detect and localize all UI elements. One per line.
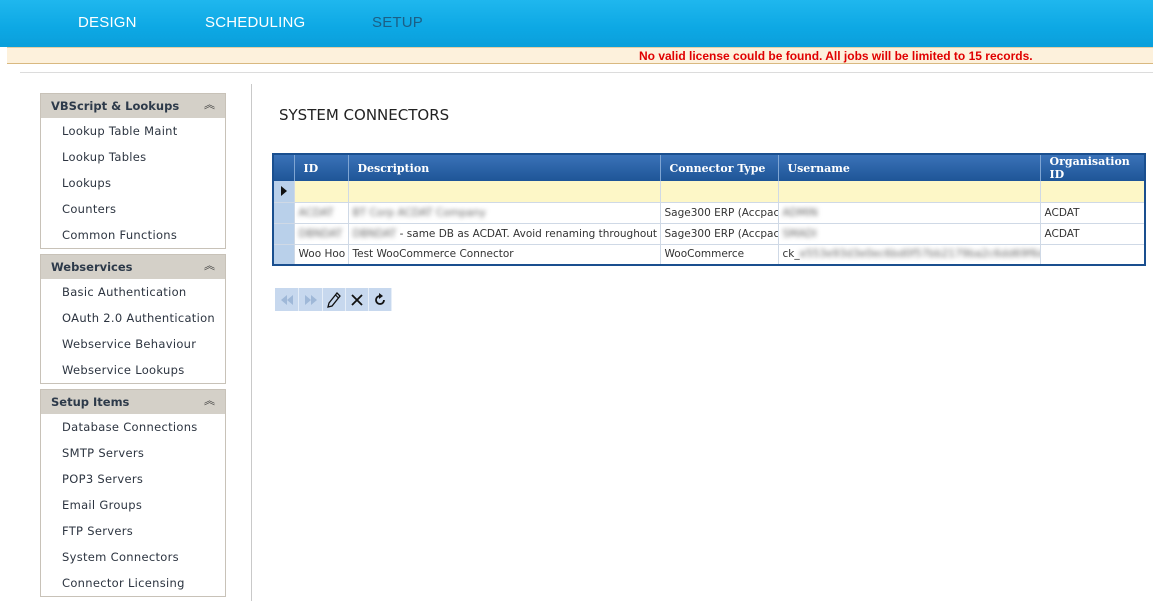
delete-icon <box>351 293 363 306</box>
sidebar-item-counters[interactable]: Counters <box>41 196 225 222</box>
tab-setup[interactable]: SETUP <box>372 14 423 31</box>
column-header-description[interactable]: Description <box>348 154 661 181</box>
cell-username[interactable]: SMADI <box>778 223 1041 245</box>
edit-button[interactable] <box>323 288 346 311</box>
section-header-webservices[interactable]: Webservices ︽ <box>41 254 225 279</box>
cell-connector-type[interactable] <box>660 181 779 203</box>
column-header-username[interactable]: Username <box>778 154 1041 181</box>
sidebar: VBScript & Lookups ︽ Lookup Table Maint … <box>40 93 226 602</box>
section-header-setup-items[interactable]: Setup Items ︽ <box>41 389 225 414</box>
refresh-icon <box>375 292 385 305</box>
section-title: Setup Items <box>51 395 130 409</box>
cell-username[interactable]: ADMIN <box>778 202 1041 224</box>
divider <box>20 72 1153 73</box>
current-row-arrow-icon <box>280 186 287 197</box>
column-header-organisation-id[interactable]: Organisation ID <box>1040 154 1146 181</box>
cell-username[interactable]: ck_e553e93d3e0ec6bd0f57bb2179ba2c6dd69f6… <box>778 244 1041 266</box>
column-header-id[interactable]: ID <box>294 154 349 181</box>
last-page-button[interactable] <box>299 288 323 311</box>
chevron-double-up-icon[interactable]: ︽ <box>204 99 215 110</box>
sidebar-item-system-connectors[interactable]: System Connectors <box>41 544 225 570</box>
edit-icon <box>327 291 341 308</box>
license-warning: No valid license could be found. All job… <box>639 49 1033 63</box>
section-title: VBScript & Lookups <box>51 99 180 113</box>
page-title: SYSTEM CONNECTORS <box>279 106 450 124</box>
cell-connector-type[interactable]: WooCommerce <box>660 244 779 266</box>
column-header-connector-type[interactable]: Connector Type <box>660 154 779 181</box>
sidebar-item-database-connections[interactable]: Database Connections <box>41 414 225 440</box>
cell-description[interactable] <box>348 181 661 203</box>
row-selector[interactable] <box>273 202 295 224</box>
cell-organisation-id[interactable]: ACDAT <box>1040 202 1146 224</box>
cell-id[interactable]: DBNDAT <box>294 223 349 245</box>
table-row[interactable]: Woo Hoo Test WooCommerce Connector WooCo… <box>273 244 1146 266</box>
sidebar-item-lookup-tables[interactable]: Lookup Tables <box>41 144 225 170</box>
first-page-button[interactable] <box>275 288 299 311</box>
sidebar-item-smtp-servers[interactable]: SMTP Servers <box>41 440 225 466</box>
sidebar-item-lookups[interactable]: Lookups <box>41 170 225 196</box>
cell-organisation-id[interactable] <box>1040 181 1146 203</box>
sidebar-divider <box>251 84 252 601</box>
sidebar-item-webservice-behaviour[interactable]: Webservice Behaviour <box>41 331 225 357</box>
tab-design[interactable]: DESIGN <box>78 14 137 31</box>
grid-toolbar <box>275 288 392 311</box>
cell-id[interactable]: ACDAT <box>294 202 349 224</box>
sidebar-section-setup-items: Setup Items ︽ Database Connections SMTP … <box>40 389 226 597</box>
last-page-icon <box>304 294 317 305</box>
row-selector-header <box>273 154 295 181</box>
sidebar-item-pop3-servers[interactable]: POP3 Servers <box>41 466 225 492</box>
sidebar-section-vbscript: VBScript & Lookups ︽ Lookup Table Maint … <box>40 93 226 249</box>
cell-description[interactable]: BT Corp ACDAT Company <box>348 202 661 224</box>
chevron-double-up-icon[interactable]: ︽ <box>204 395 215 406</box>
cell-organisation-id[interactable]: ACDAT <box>1040 223 1146 245</box>
sidebar-item-ftp-servers[interactable]: FTP Servers <box>41 518 225 544</box>
sidebar-section-edge <box>40 596 226 601</box>
sidebar-item-email-groups[interactable]: Email Groups <box>41 492 225 518</box>
sidebar-item-oauth-authentication[interactable]: OAuth 2.0 Authentication <box>41 305 225 331</box>
sidebar-item-basic-authentication[interactable]: Basic Authentication <box>41 279 225 305</box>
delete-button[interactable] <box>346 288 369 311</box>
row-selector[interactable] <box>273 181 295 203</box>
cell-connector-type[interactable]: Sage300 ERP (Accpac) <box>660 202 779 224</box>
row-selector[interactable] <box>273 244 295 266</box>
table-row[interactable]: ACDAT BT Corp ACDAT Company Sage300 ERP … <box>273 202 1146 224</box>
sidebar-item-common-functions[interactable]: Common Functions <box>41 222 225 248</box>
cell-connector-type[interactable]: Sage300 ERP (Accpac) <box>660 223 779 245</box>
cell-username[interactable] <box>778 181 1041 203</box>
grid-header-row: ID Description Connector Type Username O… <box>273 154 1146 181</box>
sidebar-item-lookup-table-maint[interactable]: Lookup Table Maint <box>41 118 225 144</box>
license-banner: No valid license could be found. All job… <box>7 47 1153 64</box>
tab-scheduling[interactable]: SCHEDULING <box>205 14 305 31</box>
cell-id[interactable]: Woo Hoo <box>294 244 349 266</box>
table-row[interactable]: DBNDAT DBNDAT - same DB as ACDAT. Avoid … <box>273 223 1146 245</box>
refresh-button[interactable] <box>369 288 392 311</box>
section-header-vbscript[interactable]: VBScript & Lookups ︽ <box>41 93 225 118</box>
cell-description[interactable]: Test WooCommerce Connector <box>348 244 661 266</box>
sidebar-item-connector-licensing[interactable]: Connector Licensing <box>41 570 225 596</box>
row-selector[interactable] <box>273 223 295 245</box>
cell-id[interactable] <box>294 181 349 203</box>
chevron-double-up-icon[interactable]: ︽ <box>204 260 215 271</box>
section-title: Webservices <box>51 260 133 274</box>
cell-description[interactable]: DBNDAT - same DB as ACDAT. Avoid renamin… <box>348 223 661 245</box>
connectors-grid: ID Description Connector Type Username O… <box>272 153 1146 266</box>
cell-organisation-id[interactable] <box>1040 244 1146 266</box>
sidebar-item-webservice-lookups[interactable]: Webservice Lookups <box>41 357 225 383</box>
top-navigation: DESIGN SCHEDULING SETUP <box>0 0 1153 47</box>
sidebar-section-webservices: Webservices ︽ Basic Authentication OAuth… <box>40 254 226 384</box>
new-record-row[interactable] <box>273 181 1146 203</box>
first-page-icon <box>280 294 293 305</box>
